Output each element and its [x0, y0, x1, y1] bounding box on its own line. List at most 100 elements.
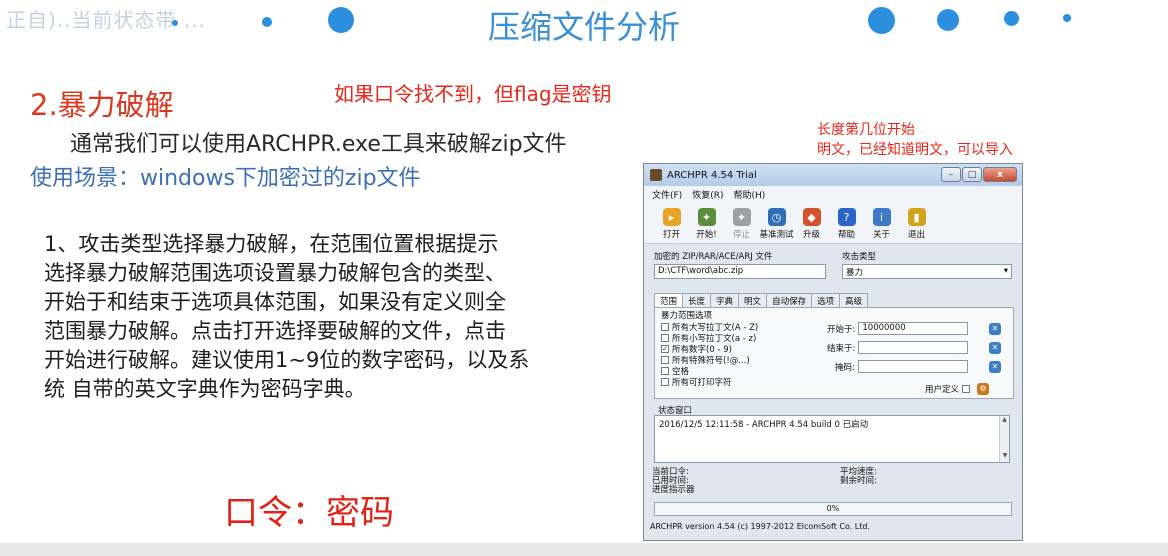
annotation-note-right: 长度第几位开始 明文，已经知道明文，可以导入 — [817, 120, 1013, 160]
end-clear-icon[interactable]: ✕ — [989, 342, 1001, 354]
toolbar-button-3[interactable]: ◷ 基准测试 — [759, 208, 794, 240]
charset-checkbox[interactable]: ✓ 所有数字(0 - 9) — [661, 343, 758, 355]
charset-checkbox[interactable]: 所有特殊符号(!@...) — [661, 354, 758, 366]
toolbar-button-label: 开始! — [696, 230, 717, 240]
benchmark-stopwatch-icon: ◷ — [767, 208, 786, 226]
toolbar-button-label: 关于 — [872, 230, 890, 240]
start-row: 开始于: 10000000 — [827, 322, 969, 335]
end-row: 结束于: — [827, 341, 969, 354]
menu-bar: 文件(F) 恢复(R) 帮助(H) — [644, 186, 1022, 202]
exit-door-icon: ▮ — [907, 208, 926, 226]
tab-length[interactable]: 长度 — [682, 293, 712, 308]
maximize-button[interactable]: □ — [962, 167, 982, 182]
menu-recovery[interactable]: 恢复(R) — [692, 188, 723, 201]
attack-type-select[interactable]: 暴力 ▾ — [842, 264, 1012, 279]
tab-plaintext[interactable]: 明文 — [738, 293, 768, 308]
tab-autosave[interactable]: 自动保存 — [766, 293, 813, 308]
charset-checkbox[interactable]: 所有大写拉丁文(A - Z) — [661, 321, 758, 333]
attack-type-value: 暴力 — [846, 268, 864, 278]
charset-checkbox[interactable]: 空格 — [661, 365, 758, 377]
minimize-button[interactable]: – — [941, 167, 961, 182]
toolbar-button-2[interactable]: ✦ 停止 — [724, 208, 759, 240]
charset-label: 所有可打印字符 — [672, 377, 732, 388]
charset-checkbox[interactable]: 所有小写拉丁文(a - z) — [661, 332, 758, 344]
start-clear-icon[interactable]: ✕ — [989, 323, 1001, 335]
decor-dot — [1004, 11, 1019, 26]
tab-advanced[interactable]: 高级 — [839, 293, 869, 308]
toolbar-button-label: 升级 — [802, 230, 820, 240]
charset-checkbox[interactable]: 所有可打印字符 — [661, 376, 758, 388]
archpr-app-icon — [650, 169, 662, 181]
mask-clear-icon[interactable]: ✕ — [989, 361, 1001, 373]
toolbar-button-7[interactable]: ▮ 退出 — [899, 208, 934, 240]
instruction-paragraph: 1、攻击类型选择暴力破解，在范围位置根据提示 选择暴力破解范围选项设置暴力破解包… — [44, 232, 530, 401]
remaining-time-label: 剩余时间: — [840, 476, 877, 486]
tab-options[interactable]: 选项 — [811, 293, 841, 308]
attack-type-label: 攻击类型 — [842, 252, 877, 262]
chevron-down-icon: ▾ — [1003, 266, 1008, 276]
progress-info-left: 当前口令: 已用时间: 进度指示器 — [652, 468, 695, 495]
window-title: ARCHPR 4.54 Trial — [667, 169, 757, 181]
tab-range[interactable]: 范围 — [654, 293, 684, 308]
annotation-line: 长度第几位开始 — [817, 122, 915, 138]
end-input[interactable] — [858, 341, 969, 354]
mask-input[interactable] — [857, 360, 968, 373]
password-note: 口令：密码 — [224, 493, 394, 533]
slide-title: 压缩文件分析 — [487, 8, 680, 46]
checkbox-empty — [661, 322, 669, 331]
archive-path-input[interactable]: D:\CTF\word\abc.zip — [654, 264, 826, 279]
intro-text: 通常我们可以使用ARCHPR.exe工具来破解zip文件 — [70, 132, 567, 157]
annotation-line: 明文，已经知道明文，可以导入 — [817, 142, 1013, 158]
bottom-strip — [0, 543, 1168, 556]
annotation-note: 如果口令找不到，但flag是密钥 — [334, 82, 612, 106]
stop-figure-icon: ✦ — [732, 208, 751, 226]
start-input[interactable]: 10000000 — [858, 322, 969, 335]
archive-label: 加密的 ZIP/RAR/ACE/ARJ 文件 — [654, 252, 773, 262]
scroll-down-icon[interactable]: ▼ — [1000, 452, 1010, 462]
menu-help[interactable]: 帮助(H) — [733, 188, 765, 201]
toolbar-button-4[interactable]: ◆ 升级 — [794, 208, 829, 240]
tab-dictionary[interactable]: 字典 — [710, 293, 740, 308]
progress-bar: 0% — [654, 502, 1012, 516]
range-group-label: 暴力范围选项 — [661, 311, 713, 321]
user-defined-checkbox[interactable] — [962, 384, 973, 395]
end-label: 结束于: — [827, 343, 856, 354]
toolbar-button-6[interactable]: i 关于 — [864, 208, 899, 240]
close-button[interactable]: x — [983, 167, 1017, 182]
toolbar-button-label: 帮助 — [837, 230, 855, 240]
window-controls: – □ x — [941, 167, 1017, 182]
archpr-window: ARCHPR 4.54 Trial – □ x 文件(F) 恢复(R) 帮助(H… — [643, 163, 1023, 541]
open-folder-icon: ▸ — [662, 208, 681, 226]
charset-edit-icon[interactable]: ⚙ — [977, 383, 990, 395]
toolbar: ▸ 打开 ✦ 开始! ✦ 停止 ◷ 基准测试 ◆ 升级? 帮助 i 关于 ▮ 退出 — [644, 202, 1022, 244]
archive-row: 加密的 ZIP/RAR/ACE/ARJ 文件 D:\CTF\word\abc.z… — [654, 250, 1014, 279]
toolbar-button-1[interactable]: ✦ 开始! — [689, 208, 724, 240]
upgrade-icon: ◆ — [802, 208, 821, 226]
status-scrollbar[interactable]: ▲ ▼ — [999, 416, 1009, 462]
toolbar-button-label: 基准测试 — [759, 230, 794, 240]
mask-row: 掩码: — [835, 360, 968, 373]
help-icon: ? — [837, 208, 856, 226]
toolbar-button-label: 退出 — [907, 230, 925, 240]
section-heading: 2.暴力破解 — [30, 88, 174, 122]
start-figure-icon: ✦ — [697, 208, 716, 226]
usage-scenario-text: 使用场景：windows下加密过的zip文件 — [30, 166, 421, 191]
start-label: 开始于: — [827, 324, 856, 335]
user-defined-label: 用户定义 — [925, 385, 960, 395]
progress-indicator-label: 进度指示器 — [652, 485, 695, 495]
slide-header: 正自)..当前状态带 ... 压缩文件分析 — [0, 0, 1168, 46]
checkbox-empty — [661, 366, 669, 375]
decor-dot — [937, 9, 959, 31]
checkbox-empty — [661, 355, 669, 364]
user-defined-row: 用户定义 ⚙ — [925, 383, 990, 395]
toolbar-button-0[interactable]: ▸ 打开 — [654, 208, 689, 240]
scroll-up-icon[interactable]: ▲ — [1000, 416, 1009, 426]
toolbar-button-label: 打开 — [662, 230, 680, 240]
about-icon: i — [872, 208, 891, 226]
toolbar-button-5[interactable]: ? 帮助 — [829, 208, 864, 240]
tab-bar: 范围 长度 字典 明文 自动保存 选项 高级 — [654, 293, 869, 308]
decor-dot — [868, 7, 895, 34]
menu-file[interactable]: 文件(F) — [652, 188, 682, 201]
checkbox-empty — [661, 333, 669, 342]
checkmark-icon: ✓ — [661, 344, 669, 353]
